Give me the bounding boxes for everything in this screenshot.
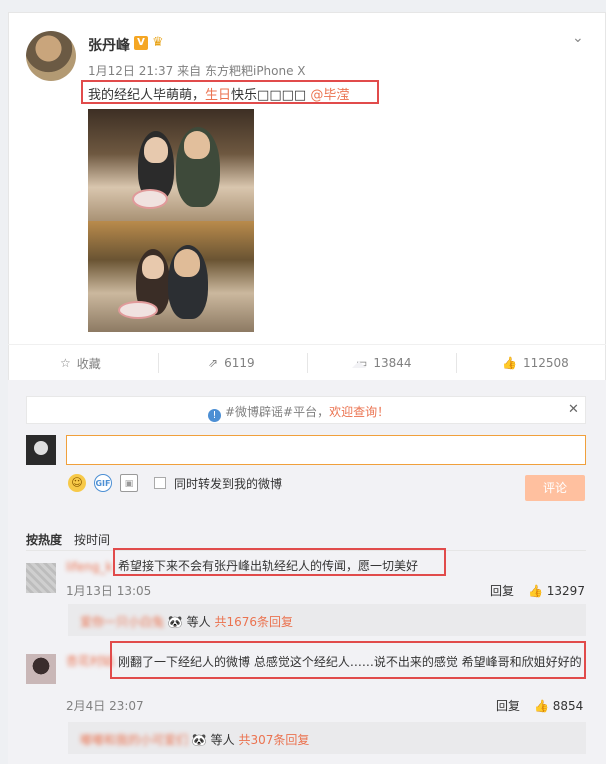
action-bar: ☆ 收藏 ⇗ 6119 ▭ 13844 👍 112508 <box>8 344 606 380</box>
sort-tabs: 按热度 按时间 <box>26 531 110 548</box>
thumbs-up-icon: 👍 <box>502 356 517 370</box>
post-photo-1[interactable] <box>88 109 254 221</box>
divider <box>158 353 159 373</box>
commenter-avatar[interactable] <box>26 563 56 593</box>
favorite-button[interactable]: ☆ 收藏 <box>60 355 101 371</box>
tab-sort-time[interactable]: 按时间 <box>74 531 110 548</box>
post-time[interactable]: 1月12日 21:37 <box>88 64 173 78</box>
tab-sort-hot[interactable]: 按热度 <box>26 531 62 548</box>
replies-count-link[interactable]: 共307条回复 <box>238 733 309 747</box>
comment-like-button[interactable]: 👍 13297 <box>528 584 585 598</box>
my-avatar[interactable] <box>26 435 56 465</box>
comment-count: 13844 <box>373 356 412 370</box>
comment-text: 希望接下来不会有张丹峰出轨经纪人的传闻，愿一切美好 <box>118 559 419 573</box>
post-from-label: 来自 <box>177 64 202 78</box>
replies-summary-text: 嘟嘟和我的小可爱们 🐼 等人 共307条回复 <box>80 731 309 748</box>
crown-icon: ♛ <box>152 35 164 50</box>
repost-checkbox-label: 同时转发到我的微博 <box>174 476 283 491</box>
comment-like-count: 13297 <box>546 583 585 598</box>
info-icon: ! <box>208 409 221 422</box>
favorite-label: 收藏 <box>76 356 101 371</box>
chevron-down-icon[interactable]: ⌄ <box>572 30 588 46</box>
comment-like-button[interactable]: 👍 8854 <box>534 699 583 713</box>
divider <box>456 353 457 373</box>
comment-like-count: 8854 <box>552 698 584 713</box>
comment-time: 1月13日 13:05 <box>66 584 152 598</box>
repost-button[interactable]: ⇗ 6119 <box>208 355 255 371</box>
author-name[interactable]: 张丹峰 <box>88 35 130 55</box>
verified-badge-icon: V <box>134 36 148 50</box>
reply-users[interactable]: 嘟嘟和我的小可爱们 <box>80 733 192 747</box>
comment-text: 刚翻了一下经纪人的微博 总感觉这个经纪人……说不出来的感觉 希望峰哥和欣姐好好的 <box>118 655 582 669</box>
comment-pointer <box>352 361 366 368</box>
post-photo-2[interactable] <box>88 221 254 332</box>
commenter-avatar[interactable] <box>26 654 56 684</box>
gif-icon[interactable]: GIF <box>94 474 112 492</box>
commenter-name[interactable]: lifeng_k <box>66 560 112 574</box>
comment-line: 杏花村姑 <box>66 652 114 669</box>
notice-link: 欢迎查询！ <box>329 405 390 419</box>
replies-summary-text: 爱你一只小白兔 🐼 等人 共1676条回复 <box>80 613 293 630</box>
reply-users[interactable]: 爱你一只小白兔 <box>80 615 168 629</box>
repost-count: 6119 <box>224 356 255 370</box>
submit-comment-button[interactable]: 评论 <box>525 475 585 501</box>
divider <box>307 353 308 373</box>
reply-button[interactable]: 回复 <box>496 697 520 714</box>
notice-tag: #微博辟谣#平台， <box>225 405 330 419</box>
author-avatar[interactable] <box>26 31 76 81</box>
thumbs-up-icon: 👍 <box>528 583 547 598</box>
comment-time: 2月4日 23:07 <box>66 699 144 713</box>
composer-tools: ☺ GIF ▣ 同时转发到我的微博 <box>68 474 282 492</box>
post-meta: 1月12日 21:37 来自 东方粑粑iPhone X <box>88 62 306 79</box>
repost-checkbox[interactable] <box>154 477 166 489</box>
post-mention-link[interactable]: @毕滢 <box>310 88 349 103</box>
star-icon: ☆ <box>60 356 71 370</box>
close-icon[interactable]: ✕ <box>568 402 579 417</box>
thumbs-up-icon: 👍 <box>534 698 553 713</box>
post-text: 我的经纪人毕萌萌，生日快乐□□□□ @毕滢 <box>88 84 349 103</box>
comment-actions: 回复 👍 8854 <box>496 697 583 714</box>
commenter-name[interactable]: 杏花村姑 <box>66 654 114 668</box>
post-text-part: 我的经纪人毕萌萌， <box>88 88 206 103</box>
panda-icon: 🐼 <box>167 615 187 629</box>
rumor-notice-text[interactable]: ! #微博辟谣#平台，欢迎查询！ <box>208 403 389 422</box>
post-text-part: 快乐□□□□ <box>231 88 307 103</box>
comment-line: lifeng_k <box>66 560 112 574</box>
post-topic-link[interactable]: 生日 <box>205 88 231 103</box>
like-count: 112508 <box>522 356 569 370</box>
comment-input[interactable] <box>66 435 586 465</box>
panda-icon: 🐼 <box>191 733 211 747</box>
emoji-icon[interactable]: ☺ <box>68 474 86 492</box>
like-button[interactable]: 👍 112508 <box>502 355 569 371</box>
post-source[interactable]: 东方粑粑iPhone X <box>205 64 306 78</box>
image-icon[interactable]: ▣ <box>120 474 138 492</box>
replies-suffix: 等人 <box>210 733 235 747</box>
replies-count-link[interactable]: 共1676条回复 <box>214 615 293 629</box>
reply-button[interactable]: 回复 <box>490 582 514 599</box>
repost-icon: ⇗ <box>208 356 219 370</box>
replies-suffix: 等人 <box>186 615 211 629</box>
comment-actions: 回复 👍 13297 <box>490 582 585 599</box>
